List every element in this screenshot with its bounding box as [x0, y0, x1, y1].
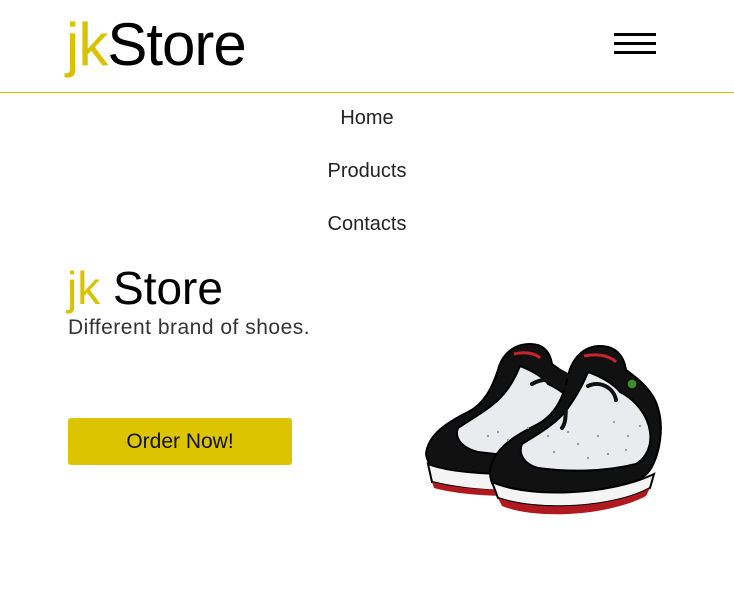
- nav-item-home[interactable]: Home: [0, 107, 734, 130]
- nav-item-contacts[interactable]: Contacts: [0, 213, 734, 236]
- hamburger-line: [614, 42, 656, 45]
- logo-accent-text: jk: [66, 11, 108, 78]
- order-now-button[interactable]: Order Now!: [68, 418, 292, 465]
- page: jkStore Home Products Contacts jk Store …: [0, 0, 734, 593]
- nav-item-products[interactable]: Products: [0, 160, 734, 183]
- hamburger-line: [614, 51, 656, 54]
- logo-main-text: Store: [107, 11, 246, 78]
- hamburger-line: [614, 33, 656, 36]
- hero-title: jk Store: [67, 262, 223, 314]
- header: jkStore: [0, 0, 734, 93]
- hamburger-menu-icon[interactable]: [614, 33, 656, 59]
- hero-subtitle: Different brand of shoes.: [68, 316, 311, 339]
- hero-title-main: Store: [100, 262, 223, 314]
- sneakers-illustration: [424, 342, 662, 515]
- site-logo[interactable]: jkStore: [66, 10, 247, 80]
- hero-title-accent: jk: [67, 262, 101, 314]
